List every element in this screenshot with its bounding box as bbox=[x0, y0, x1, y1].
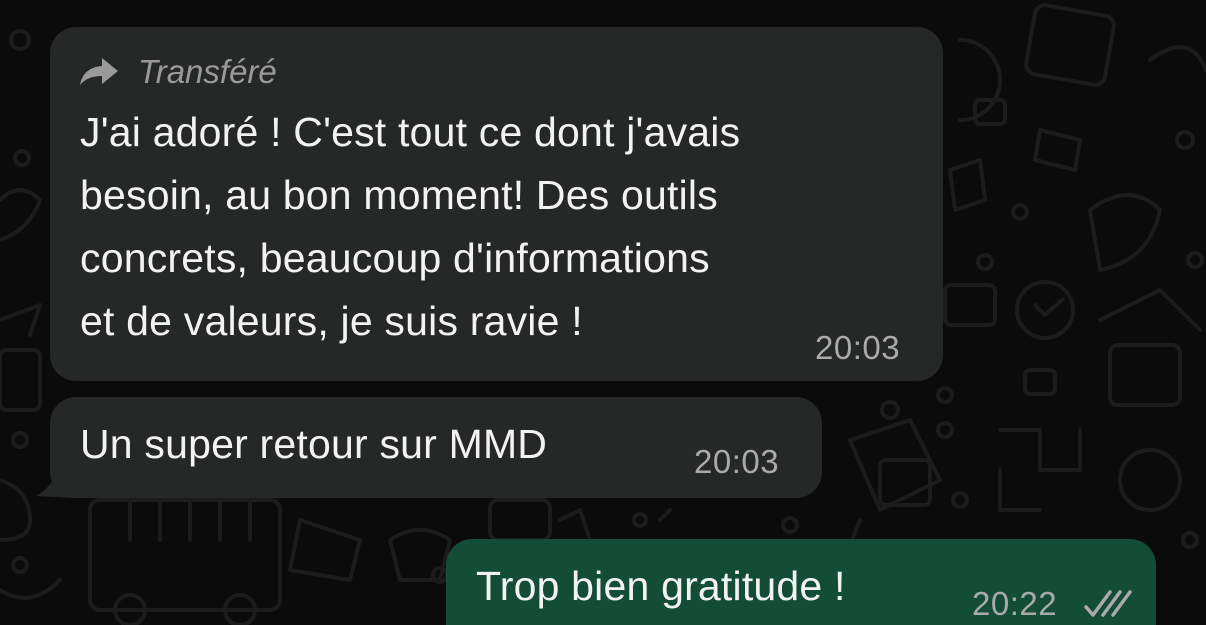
message-text: Un super retour sur MMD bbox=[80, 421, 548, 467]
message-text: J'ai adoré ! C'est tout ce dont j'avais … bbox=[80, 109, 741, 344]
forwarded-indicator: Transféré bbox=[80, 53, 277, 91]
message-timestamp: 20:03 bbox=[815, 329, 901, 366]
message-bubble-outgoing[interactable]: Trop bien gratitude ! 20:22 bbox=[446, 539, 1156, 625]
chat-area[interactable]: Transféré J'ai adoré ! C'est tout ce don… bbox=[0, 0, 1206, 625]
message-timestamp: 20:22 bbox=[972, 585, 1058, 622]
message-bubble-forwarded[interactable]: Transféré J'ai adoré ! C'est tout ce don… bbox=[50, 27, 943, 381]
double-check-icon bbox=[1084, 590, 1132, 617]
forwarded-label: Transféré bbox=[138, 53, 277, 90]
message-bubble[interactable]: Un super retour sur MMD 20:03 bbox=[50, 397, 822, 498]
message-timestamp: 20:03 bbox=[694, 443, 780, 480]
forward-arrow-icon bbox=[80, 58, 118, 85]
message-text: Trop bien gratitude ! bbox=[476, 563, 846, 609]
